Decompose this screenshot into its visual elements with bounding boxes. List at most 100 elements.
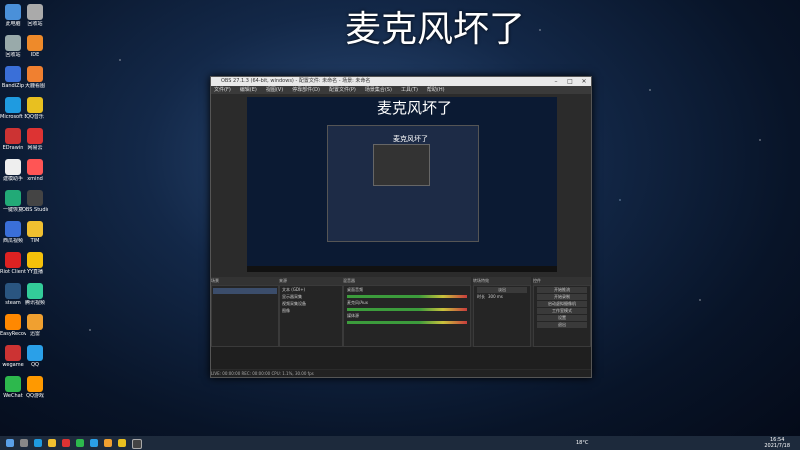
app-icon — [27, 4, 43, 20]
qq-icon[interactable] — [90, 439, 98, 447]
wechat-icon[interactable] — [76, 439, 84, 447]
minimize-icon[interactable]: – — [549, 77, 563, 86]
app-icon — [27, 159, 43, 175]
app-icon — [27, 190, 43, 206]
desktop-icon[interactable]: QQ — [22, 345, 48, 368]
obs-bottom-panel — [211, 347, 591, 369]
scenes-dock[interactable] — [211, 285, 279, 347]
desktop-icon[interactable]: QQ游戏 — [22, 376, 48, 399]
desktop-icon[interactable]: 迅雷 — [22, 314, 48, 337]
volume-meter[interactable] — [347, 295, 467, 298]
close-icon[interactable]: ✕ — [577, 77, 591, 86]
desktop-icon[interactable]: QQ音乐 — [22, 97, 48, 120]
desktop-icon-label: 迅雷 — [29, 331, 40, 337]
scene-item-selected[interactable] — [213, 288, 277, 294]
control-button[interactable]: 设置 — [537, 315, 587, 321]
menu-item[interactable]: 文件(F) — [214, 87, 231, 93]
desktop-icon-label: 回收站 — [27, 21, 43, 27]
source-item[interactable]: 视频采集设备 — [282, 301, 340, 307]
desktop-icon[interactable]: 回收站 — [22, 4, 48, 27]
windows-taskbar: 18°C 16:54 2021/7/18 — [0, 436, 800, 450]
explorer-icon[interactable] — [48, 439, 56, 447]
controls-header: 控件 — [533, 277, 591, 285]
mixer-dock[interactable]: 桌面音频 麦克风/Aux 媒体源 — [343, 285, 471, 347]
weather-temperature[interactable]: 18°C — [576, 440, 588, 446]
app-icon — [5, 345, 21, 361]
menu-item[interactable]: 配置文件(P) — [329, 87, 356, 93]
clock[interactable]: 16:54 2021/7/18 — [764, 437, 790, 449]
obs-statusbar: LIVE: 00:00:00 REC: 00:00:00 CPU: 1.1%, … — [211, 370, 591, 377]
app-icon — [27, 66, 43, 82]
scenes-header: 场景 — [211, 277, 279, 285]
menu-item[interactable]: 视图(V) — [266, 87, 283, 93]
duration-label: 时长 — [477, 294, 485, 299]
transitions-dock[interactable]: 淡出 时长 300 ms — [473, 285, 531, 347]
desktop-icon[interactable]: YY直播 — [22, 252, 48, 275]
app-icon — [27, 376, 43, 392]
app-icon — [5, 4, 21, 20]
clock-date: 2021/7/18 — [764, 443, 790, 449]
volume-meter[interactable] — [347, 308, 467, 311]
source-item[interactable]: 图像 — [282, 308, 340, 314]
preview-title: 麦克风坏了 — [377, 99, 453, 117]
sources-header: 来源 — [279, 277, 343, 285]
sources-dock[interactable]: 文本 (GDI+) 显示器采集 视频采集设备 图像 — [279, 285, 343, 347]
menu-item[interactable]: 停靠部件(D) — [292, 87, 320, 93]
desktop-icon[interactable]: 网易云 — [22, 128, 48, 151]
desktop-icon-label: OBS Studio — [22, 207, 48, 213]
nested-title: 麦克风坏了 — [393, 135, 428, 143]
app-icon-2[interactable] — [118, 439, 126, 447]
transitions-header: 转场特效 — [473, 277, 531, 285]
control-button[interactable]: 工作室模式 — [537, 308, 587, 314]
obs-menubar: 文件(F) 编辑(E) 视图(V) 停靠部件(D) 配置文件(P) 场景集合(S) 工具(T… — [211, 86, 591, 94]
obs-taskbar-icon[interactable] — [132, 439, 142, 449]
nested-obs-preview: 麦克风坏了 — [327, 125, 479, 242]
mixer-track-label: 麦克风/Aux — [347, 300, 368, 305]
desktop-icon[interactable]: TIM — [22, 221, 48, 244]
nested-inner-window — [373, 144, 430, 186]
app-icon — [5, 35, 21, 51]
start-button-icon[interactable] — [6, 439, 14, 447]
transition-select[interactable]: 淡出 — [477, 287, 527, 293]
app-icon — [27, 283, 43, 299]
control-button[interactable]: 启动虚拟摄像机 — [537, 301, 587, 307]
desktop-icon[interactable]: 腾讯视频 — [22, 283, 48, 306]
obs-preview[interactable]: 麦克风坏了 麦克风坏了 — [247, 97, 557, 272]
app-icon — [5, 128, 21, 144]
app-icon — [5, 159, 21, 175]
control-button[interactable]: 开始录制 — [537, 294, 587, 300]
obs-window[interactable]: OBS 27.1.3 (64-bit, windows) - 配置文件: 未命名… — [210, 76, 592, 378]
menu-item[interactable]: 编辑(E) — [240, 87, 257, 93]
desktop-icon[interactable]: 大鹿看图 — [22, 66, 48, 89]
app-icon — [5, 314, 21, 330]
obs-titlebar[interactable]: OBS 27.1.3 (64-bit, windows) - 配置文件: 未命名… — [211, 77, 591, 86]
maximize-icon[interactable]: □ — [563, 77, 577, 86]
search-icon[interactable] — [20, 439, 28, 447]
desktop-icon-label: 网易云 — [27, 145, 43, 151]
menu-item[interactable]: 场景集合(S) — [365, 87, 392, 93]
app-icon[interactable] — [104, 439, 112, 447]
controls-dock[interactable]: 开始推流 开始录制 启动虚拟摄像机 工作室模式 设置 退出 — [533, 285, 591, 347]
music-app-icon[interactable] — [62, 439, 70, 447]
volume-meter[interactable] — [347, 321, 467, 324]
menu-item[interactable]: 帮助(H) — [427, 87, 445, 93]
menu-item[interactable]: 工具(T) — [401, 87, 418, 93]
mixer-track-label: 桌面音频 — [347, 287, 363, 292]
desktop-icon-label: IDE — [30, 52, 40, 58]
app-icon — [27, 314, 43, 330]
source-item[interactable]: 文本 (GDI+) — [282, 287, 340, 293]
control-button[interactable]: 退出 — [537, 322, 587, 328]
desktop-icon-label: xmind — [27, 176, 43, 182]
source-item[interactable]: 显示器采集 — [282, 294, 340, 300]
mixer-header: 混音器 — [343, 277, 471, 285]
edge-icon[interactable] — [34, 439, 42, 447]
desktop-icon[interactable]: xmind — [22, 159, 48, 182]
desktop-icon[interactable]: OBS Studio — [22, 190, 48, 213]
app-icon — [27, 128, 43, 144]
app-icon — [27, 252, 43, 268]
control-button[interactable]: 开始推流 — [537, 287, 587, 293]
app-icon — [5, 376, 21, 392]
app-icon — [27, 345, 43, 361]
duration-input[interactable]: 300 ms — [488, 294, 503, 300]
desktop-icon[interactable]: IDE — [22, 35, 48, 58]
